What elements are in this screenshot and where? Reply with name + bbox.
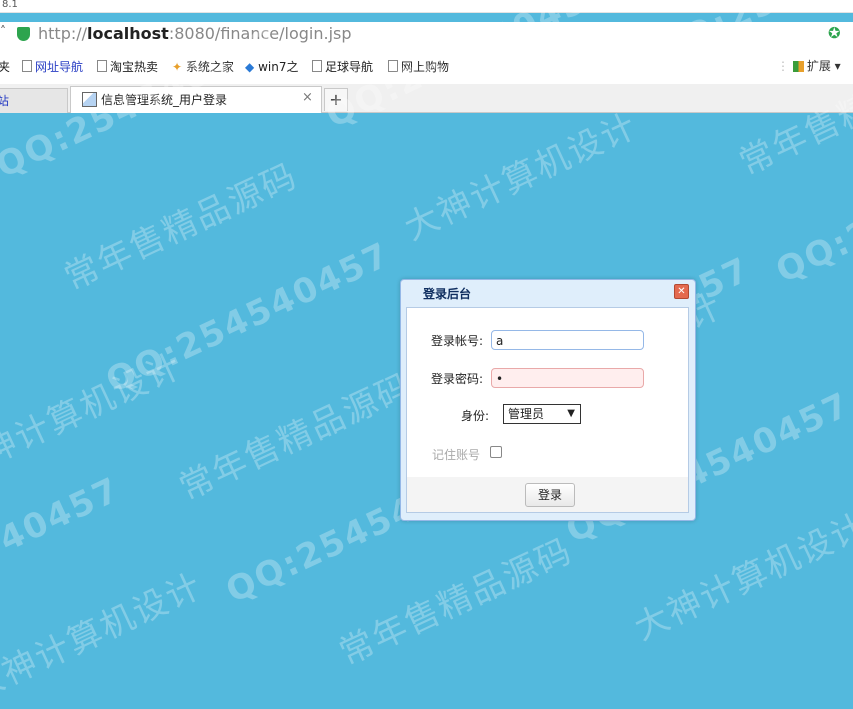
system-logo-icon: ✦ bbox=[172, 60, 183, 74]
role-select[interactable]: 管理员 ▼ bbox=[503, 404, 581, 424]
back-arrow-icon[interactable]: ˄ bbox=[0, 24, 6, 38]
bookmark-taobao[interactable]: 淘宝热卖 bbox=[97, 58, 158, 75]
tab-title: 信息管理系统_用户登录 bbox=[101, 93, 228, 107]
watermark-text: 常年售精品源码 bbox=[58, 155, 304, 299]
tab-strip: 站 信息管理系统_用户登录 × + bbox=[0, 84, 853, 113]
remember-label: 记住账号 bbox=[432, 448, 481, 462]
page-favicon-icon bbox=[82, 92, 97, 107]
bookmarks-bar: 夹 网址导航 淘宝热卖 ✦ 系统之家 ◆ win7之 足球导航 网上购物 ⋮ 扩… bbox=[0, 48, 853, 85]
bookmark-shopping[interactable]: 网上购物 bbox=[388, 58, 449, 75]
extensions-grid-icon bbox=[792, 61, 804, 72]
watermark-text: 大神计算机设计 bbox=[0, 565, 209, 709]
url-text[interactable]: http://localhost:8080/finance/login.jsp bbox=[38, 24, 352, 43]
watermark-text: 大神计算机设计 bbox=[628, 505, 853, 649]
role-label: 身份: bbox=[461, 409, 490, 423]
security-shield-icon bbox=[17, 27, 30, 41]
bookmark-win7[interactable]: ◆ win7之 bbox=[245, 58, 298, 75]
tab-close-icon[interactable]: × bbox=[302, 90, 313, 105]
watermark-text: QQ:254540457 bbox=[0, 469, 127, 637]
tab-active-login[interactable]: 信息管理系统_用户登录 × bbox=[70, 86, 322, 113]
close-icon[interactable]: ✕ bbox=[674, 284, 689, 299]
browser-version-text: 8.1 bbox=[2, 0, 18, 10]
bookmark-url-nav[interactable]: 网址导航 bbox=[22, 58, 83, 75]
account-input[interactable]: a bbox=[491, 330, 644, 350]
account-label: 登录帐号: bbox=[431, 334, 484, 348]
page-icon bbox=[97, 60, 107, 72]
watermark-text: 大神计算机设计 bbox=[0, 345, 189, 489]
password-input[interactable]: • bbox=[491, 368, 644, 388]
watermark-text: QQ:254540457 bbox=[770, 124, 853, 292]
browser-title-strip: 8.1 bbox=[0, 0, 853, 13]
reload-icon[interactable]: ✪ bbox=[828, 24, 841, 42]
extensions-button[interactable]: ⋮ 扩展 ▾ bbox=[777, 57, 841, 74]
page-icon bbox=[388, 60, 398, 72]
tab-previous[interactable]: 站 bbox=[0, 88, 68, 113]
watermark-text: 常年售精品源码 bbox=[333, 530, 579, 674]
dialog-title: 登录后台 bbox=[423, 287, 472, 301]
login-dialog: 登录后台 ✕ 登录帐号: a 登录密码: • 身份: 管理员 ▼ 记住账号 登录 bbox=[400, 279, 696, 521]
watermark-text: QQ:254540457 bbox=[100, 234, 397, 402]
new-tab-button[interactable]: + bbox=[324, 88, 348, 111]
address-bar[interactable]: ˄ http://localhost:8080/finance/login.js… bbox=[0, 22, 853, 48]
page-icon bbox=[312, 60, 322, 72]
watermark-text: 常年售精品源码 bbox=[173, 365, 419, 509]
win7-logo-icon: ◆ bbox=[245, 60, 255, 74]
login-button[interactable]: 登录 bbox=[525, 483, 575, 507]
dialog-body: 登录帐号: a 登录密码: • 身份: 管理员 ▼ 记住账号 bbox=[406, 307, 689, 478]
bookmark-system-home[interactable]: ✦ 系统之家 bbox=[172, 58, 234, 75]
dialog-footer: 登录 bbox=[406, 477, 689, 513]
watermark-text: 大神计算机设计 bbox=[398, 105, 644, 249]
bookmark-football[interactable]: 足球导航 bbox=[312, 58, 373, 75]
remember-checkbox[interactable] bbox=[490, 446, 502, 458]
bookmark-favorites[interactable]: 夹 bbox=[0, 58, 10, 75]
dropdown-arrow-icon: ▼ bbox=[567, 408, 575, 419]
chevron-down-icon: ▾ bbox=[834, 59, 841, 73]
password-label: 登录密码: bbox=[431, 372, 484, 386]
page-icon bbox=[22, 60, 32, 72]
role-selected-value: 管理员 bbox=[508, 407, 545, 421]
